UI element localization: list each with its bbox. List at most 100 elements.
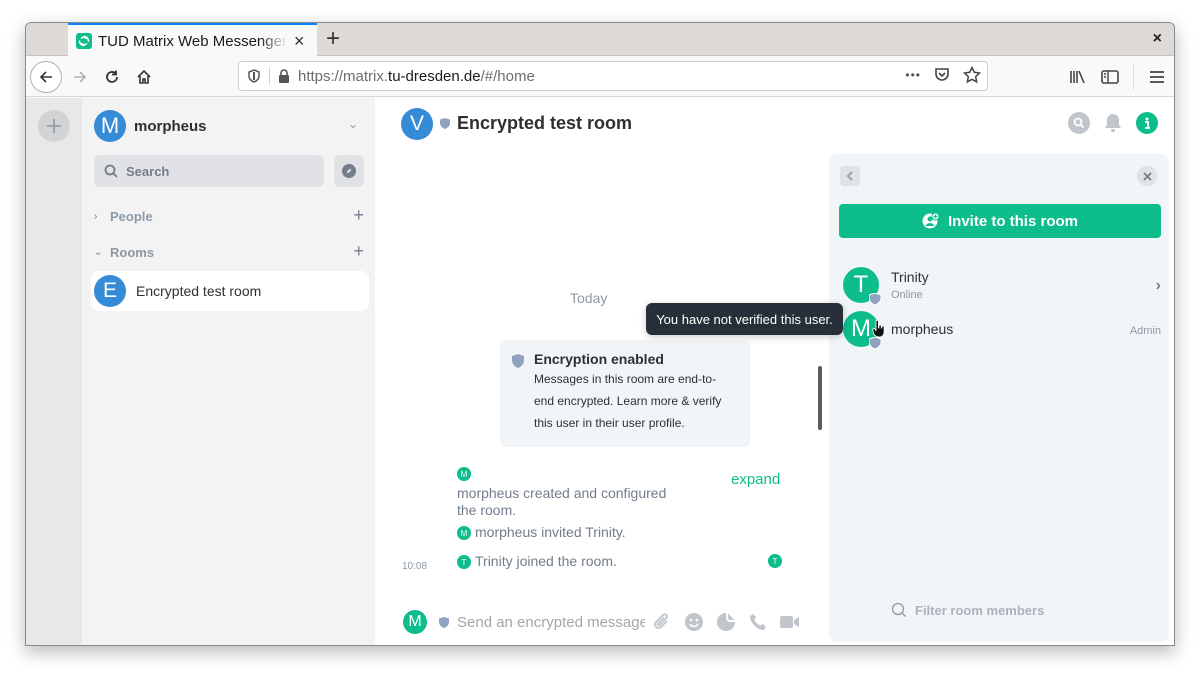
lock-icon[interactable] xyxy=(278,69,290,83)
toolbar-separator xyxy=(1133,64,1134,90)
navigation-bar: https://matrix.tu-dresden.de/#/home ••• xyxy=(26,57,1174,97)
read-receipt-avatar[interactable]: T xyxy=(768,554,782,568)
reload-button[interactable] xyxy=(96,61,128,93)
member-power-level: Admin xyxy=(1129,325,1161,337)
home-button[interactable] xyxy=(128,61,160,93)
tab-close-button[interactable]: × xyxy=(294,32,305,50)
room-view: V Encrypted test room Today Encryption e… xyxy=(375,98,1174,645)
element-logo-icon xyxy=(76,33,92,49)
room-avatar: E xyxy=(94,275,126,307)
tab-strip: TUD Matrix Web Messenger × + × xyxy=(26,23,1174,57)
url-actions: ••• xyxy=(905,66,981,84)
sticker-button[interactable] xyxy=(715,611,737,633)
sticker-icon xyxy=(717,613,735,631)
shield-icon xyxy=(512,354,524,368)
info-icon xyxy=(1145,117,1150,129)
room-tile-name: Encrypted test room xyxy=(136,283,262,299)
bookmark-star-icon[interactable] xyxy=(963,66,981,84)
invite-to-room-button[interactable]: Invite to this room xyxy=(839,204,1161,238)
compass-icon xyxy=(342,164,356,178)
chevron-right-icon: › xyxy=(1155,277,1161,294)
room-header-avatar[interactable]: V xyxy=(401,108,433,140)
member-presence: Online xyxy=(891,289,923,301)
home-icon xyxy=(137,69,151,84)
tracking-protection-shield-icon[interactable] xyxy=(247,69,261,83)
add-room-button[interactable]: + xyxy=(353,241,364,261)
library-icon[interactable] xyxy=(1069,69,1087,85)
emoji-button[interactable] xyxy=(683,611,705,633)
chevron-down-icon: ⌄ xyxy=(347,117,358,131)
event-avatar[interactable]: T xyxy=(457,555,471,569)
event-avatar[interactable]: M xyxy=(457,467,471,481)
verification-tooltip: You have not verified this user. xyxy=(646,303,843,335)
member-tile-morpheus[interactable]: M morpheus Admin xyxy=(843,311,1161,351)
room-list-panel: M morpheus ⌄ Search › People + ⌄ Rooms + xyxy=(82,98,375,645)
search-icon xyxy=(891,602,906,617)
room-title[interactable]: Encrypted test room xyxy=(457,113,632,134)
room-search-button[interactable] xyxy=(1068,112,1090,134)
url-bar[interactable]: https://matrix.tu-dresden.de/#/home ••• xyxy=(238,61,988,91)
hamburger-menu-icon[interactable] xyxy=(1148,69,1166,85)
video-camera-icon xyxy=(780,616,799,628)
create-space-button[interactable] xyxy=(38,110,70,142)
event-avatar[interactable]: M xyxy=(457,526,471,540)
section-people-label: People xyxy=(110,208,153,224)
window-close-button[interactable]: × xyxy=(1153,30,1162,48)
unverified-shield-icon[interactable] xyxy=(869,293,881,305)
url-suffix: /#/home xyxy=(480,67,535,85)
reload-icon xyxy=(106,70,118,83)
member-tile-trinity[interactable]: T Trinity Online › xyxy=(843,267,1161,307)
unverified-shield-icon[interactable] xyxy=(869,337,881,349)
url-prefix: https://matrix. xyxy=(298,67,389,85)
message-composer: M Send an encrypted message… xyxy=(375,598,830,645)
notifications-button[interactable] xyxy=(1102,112,1124,134)
url-text: https://matrix.tu-dresden.de/#/home xyxy=(298,68,535,85)
encryption-notice-body: Messages in this room are end-to- end en… xyxy=(534,368,740,434)
encryption-notice-line: Messages in this room are end-to- xyxy=(534,372,717,386)
browser-tab[interactable]: TUD Matrix Web Messenger × xyxy=(68,23,317,57)
section-rooms-label: Rooms xyxy=(110,244,155,260)
voice-call-button[interactable] xyxy=(747,611,769,633)
tab-title: TUD Matrix Web Messenger xyxy=(98,32,287,50)
e2e-shield-icon xyxy=(440,118,450,129)
hand-cursor-icon xyxy=(872,320,885,338)
room-tile-encrypted-test-room[interactable]: E Encrypted test room xyxy=(91,271,369,311)
page-actions-button[interactable]: ••• xyxy=(905,68,921,82)
search-icon xyxy=(1073,117,1085,129)
event-joined: Trinity joined the room. xyxy=(475,553,617,569)
sidebar-toggle-icon[interactable] xyxy=(1101,69,1119,85)
message-input[interactable]: Send an encrypted message… xyxy=(457,614,645,631)
user-name: morpheus xyxy=(134,117,207,135)
toolbar-right xyxy=(1069,61,1166,93)
search-placeholder: Search xyxy=(126,163,170,179)
filter-members-input[interactable]: Filter room members xyxy=(891,602,1044,618)
expand-events-link[interactable]: expand xyxy=(731,471,780,488)
timeline: Today Encryption enabled Messages in thi… xyxy=(375,150,830,590)
event-text: morpheus created and configured xyxy=(457,485,667,501)
close-icon xyxy=(1142,171,1152,181)
section-rooms[interactable]: ⌄ Rooms + xyxy=(94,241,366,263)
back-button[interactable] xyxy=(840,166,860,186)
plus-icon xyxy=(47,119,61,133)
encryption-notice-line: end encrypted. Learn more & verify xyxy=(534,394,722,408)
chevron-right-icon: › xyxy=(94,210,98,222)
room-header: V Encrypted test room xyxy=(375,98,1174,150)
attach-button[interactable] xyxy=(651,611,673,633)
section-people[interactable]: › People + xyxy=(94,205,366,227)
explore-rooms-button[interactable] xyxy=(334,155,364,187)
forward-button[interactable] xyxy=(64,61,96,93)
start-chat-button[interactable]: + xyxy=(353,205,364,225)
user-menu-button[interactable]: M morpheus ⌄ xyxy=(94,109,364,143)
smiley-icon xyxy=(685,613,703,631)
bell-icon xyxy=(1105,114,1121,132)
pocket-icon[interactable] xyxy=(933,66,951,84)
back-button[interactable] xyxy=(30,61,62,93)
room-info-button[interactable] xyxy=(1136,112,1158,134)
new-tab-button[interactable]: + xyxy=(326,27,340,51)
video-call-button[interactable] xyxy=(779,611,801,633)
timeline-scrollbar[interactable] xyxy=(818,366,822,430)
event-timestamp: 10:08 xyxy=(402,561,428,572)
room-search-input[interactable]: Search xyxy=(94,155,324,187)
phone-icon xyxy=(750,614,766,630)
close-panel-button[interactable] xyxy=(1137,166,1157,186)
